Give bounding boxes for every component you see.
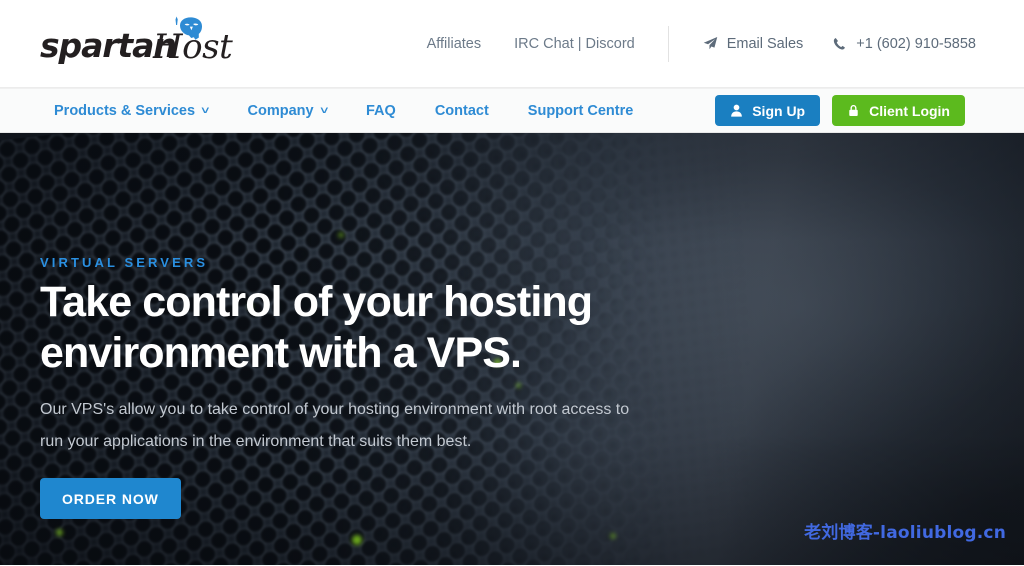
header-link-affiliates[interactable]: Affiliates [427,36,482,52]
nav-label-products-services: Products & Services [54,102,196,119]
header-utility-nav: Affiliates IRC Chat | Discord Email Sale… [427,25,1024,62]
hero-banner: VIRTUAL SERVERS Take control of your hos… [0,133,1024,565]
nav-label-company: Company [247,102,314,119]
sign-up-button[interactable]: Sign Up [715,95,821,126]
main-navbar: Products & Services ˅ Company ˅ FAQ Cont… [0,88,1024,133]
paper-plane-icon [703,36,718,51]
client-login-button[interactable]: Client Login [832,95,965,126]
hero-title: Take control of your hosting environment… [40,278,593,377]
hero-content: VIRTUAL SERVERS Take control of your hos… [40,133,740,565]
site-header: spartan Host Affiliates IRC Chat | Disco… [0,0,1024,88]
chevron-down-icon: ˅ [319,105,328,117]
nav-item-products-services[interactable]: Products & Services ˅ [54,102,210,119]
hero-eyebrow: VIRTUAL SERVERS [40,255,209,270]
chevron-down-icon: ˅ [201,105,210,117]
header-link-irc-chat-discord[interactable]: IRC Chat | Discord [514,36,635,52]
user-icon [730,104,743,117]
nav-item-contact[interactable]: Contact [435,103,489,119]
main-nav-list: Products & Services ˅ Company ˅ FAQ Cont… [54,103,672,119]
order-now-button[interactable]: ORDER NOW [40,478,181,519]
watermark: 老刘博客-laoliublog.cn [804,523,1006,543]
header-divider [667,25,669,62]
site-logo[interactable]: spartan Host [40,16,240,72]
spartan-helmet-icon [167,16,207,42]
sign-up-label: Sign Up [752,102,806,119]
header-phone-label: +1 (602) 910-5858 [856,35,976,52]
header-email-sales-label: Email Sales [726,35,804,52]
nav-item-support-centre[interactable]: Support Centre [528,103,634,119]
nav-item-faq[interactable]: FAQ [366,103,396,119]
nav-item-company[interactable]: Company ˅ [247,103,327,119]
page-root: spartan Host Affiliates IRC Chat | Disco… [0,0,1024,566]
phone-icon [833,37,847,51]
nav-action-buttons: Sign Up Client Login [715,95,1024,126]
hero-subtitle: Our VPS's allow you to take control of y… [40,401,630,450]
header-phone-link[interactable]: +1 (602) 910-5858 [833,36,976,52]
header-email-sales-link[interactable]: Email Sales [703,35,804,52]
lock-icon [847,104,860,117]
client-login-label: Client Login [869,102,950,119]
